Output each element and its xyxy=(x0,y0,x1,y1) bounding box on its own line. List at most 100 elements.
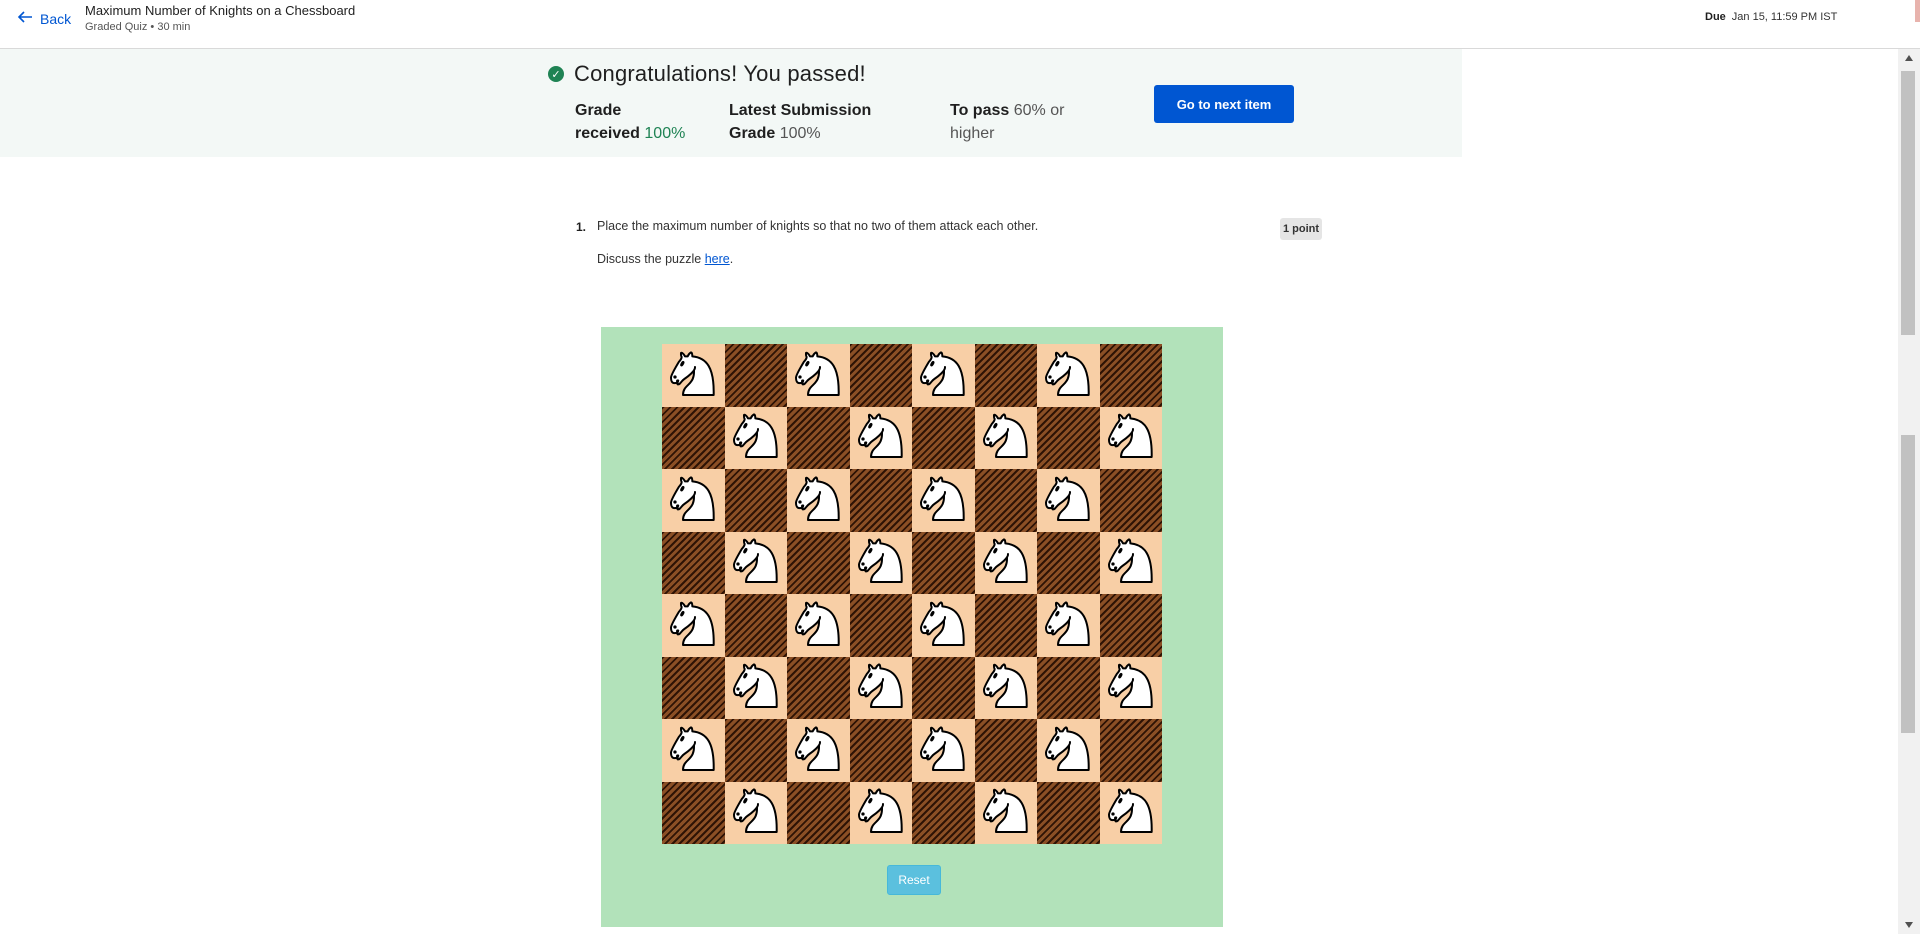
knights-puzzle: Reset xyxy=(601,327,1223,927)
board-square[interactable] xyxy=(849,406,912,469)
go-to-next-item-button[interactable]: Go to next item xyxy=(1154,85,1294,123)
white-knight-icon xyxy=(788,718,848,783)
board-square[interactable] xyxy=(1037,406,1100,469)
board-square[interactable] xyxy=(662,344,725,407)
board-square[interactable] xyxy=(849,469,912,532)
board-square[interactable] xyxy=(974,344,1037,407)
board-square[interactable] xyxy=(724,344,787,407)
board-square[interactable] xyxy=(662,469,725,532)
board-square[interactable] xyxy=(787,531,850,594)
back-button[interactable]: Back xyxy=(16,8,71,29)
white-knight-icon xyxy=(663,593,723,658)
board-square[interactable] xyxy=(974,656,1037,719)
board-square[interactable] xyxy=(1037,719,1100,782)
board-square[interactable] xyxy=(1037,594,1100,657)
board-square[interactable] xyxy=(912,531,975,594)
discuss-line: Discuss the puzzle here. xyxy=(597,252,733,266)
board-square[interactable] xyxy=(849,719,912,782)
white-knight-icon xyxy=(1038,468,1098,533)
top-header: Back Maximum Number of Knights on a Ches… xyxy=(0,0,1920,49)
board-square[interactable] xyxy=(1099,781,1162,844)
board-square[interactable] xyxy=(662,781,725,844)
board-square[interactable] xyxy=(787,719,850,782)
board-square[interactable] xyxy=(912,781,975,844)
board-square[interactable] xyxy=(912,406,975,469)
discuss-suffix: . xyxy=(729,252,734,266)
scrollbar-thumb-lower[interactable] xyxy=(1901,435,1915,733)
board-square[interactable] xyxy=(662,594,725,657)
board-square[interactable] xyxy=(1099,344,1162,407)
board-square[interactable] xyxy=(724,531,787,594)
white-knight-icon xyxy=(976,780,1036,845)
discuss-link[interactable]: here xyxy=(705,252,730,266)
white-knight-icon xyxy=(976,405,1036,470)
board-square[interactable] xyxy=(849,344,912,407)
white-knight-icon xyxy=(663,468,723,533)
board-square[interactable] xyxy=(1099,469,1162,532)
points-badge: 1 point xyxy=(1280,218,1322,240)
scrollbar-thumb[interactable] xyxy=(1901,71,1915,335)
board-square[interactable] xyxy=(724,781,787,844)
board-square[interactable] xyxy=(724,594,787,657)
arrow-left-icon xyxy=(16,8,34,29)
reset-button[interactable]: Reset xyxy=(887,865,941,895)
grade-label-1: Grade xyxy=(575,102,622,119)
board-square[interactable] xyxy=(787,469,850,532)
board-square[interactable] xyxy=(974,469,1037,532)
board-square[interactable] xyxy=(974,594,1037,657)
due-date: Due Jan 15, 11:59 PM IST xyxy=(1705,11,1837,23)
grade-label-2: received xyxy=(575,125,640,142)
board-square[interactable] xyxy=(1037,531,1100,594)
board-square[interactable] xyxy=(849,594,912,657)
board-square[interactable] xyxy=(1099,655,1162,720)
board-square[interactable] xyxy=(974,530,1037,595)
corner-marker xyxy=(1915,0,1920,22)
board-square[interactable] xyxy=(787,344,850,407)
scroll-down-arrow-icon[interactable] xyxy=(1905,922,1913,928)
item-subtitle: Graded Quiz • 30 min xyxy=(85,21,191,33)
board-square[interactable] xyxy=(974,405,1037,470)
board-square[interactable] xyxy=(912,719,975,782)
white-knight-icon xyxy=(1101,655,1161,720)
board-square[interactable] xyxy=(787,594,850,657)
board-square[interactable] xyxy=(912,594,975,657)
white-knight-icon xyxy=(788,468,848,533)
board-square[interactable] xyxy=(787,406,850,469)
to-pass: To pass 60% or higher xyxy=(950,99,1064,145)
white-knight-icon xyxy=(1038,593,1098,658)
board-square[interactable] xyxy=(974,780,1037,845)
board-square[interactable] xyxy=(662,656,725,719)
chessboard[interactable] xyxy=(662,344,1162,844)
board-square[interactable] xyxy=(662,531,725,594)
board-square[interactable] xyxy=(1037,656,1100,719)
board-square[interactable] xyxy=(912,344,975,407)
board-square[interactable] xyxy=(724,406,787,469)
board-square[interactable] xyxy=(849,781,912,844)
white-knight-icon xyxy=(913,468,973,533)
board-square[interactable] xyxy=(1037,781,1100,844)
board-square[interactable] xyxy=(912,469,975,532)
board-square[interactable] xyxy=(849,531,912,594)
board-square[interactable] xyxy=(724,719,787,782)
page-scrollbar[interactable] xyxy=(1898,49,1920,934)
board-square[interactable] xyxy=(662,406,725,469)
scroll-up-arrow-icon[interactable] xyxy=(1905,55,1913,61)
board-square[interactable] xyxy=(1099,406,1162,469)
board-square[interactable] xyxy=(912,656,975,719)
white-knight-icon xyxy=(976,530,1036,595)
board-square[interactable] xyxy=(787,656,850,719)
board-square[interactable] xyxy=(1099,531,1162,594)
board-square[interactable] xyxy=(787,781,850,844)
board-square[interactable] xyxy=(1037,344,1100,407)
board-square[interactable] xyxy=(724,656,787,719)
due-value: Jan 15, 11:59 PM IST xyxy=(1731,11,1838,23)
board-square[interactable] xyxy=(1099,719,1162,782)
pass-value-2: higher xyxy=(950,125,995,142)
item-title: Maximum Number of Knights on a Chessboar… xyxy=(85,3,356,18)
board-square[interactable] xyxy=(662,719,725,782)
board-square[interactable] xyxy=(1099,594,1162,657)
board-square[interactable] xyxy=(1037,469,1100,532)
board-square[interactable] xyxy=(974,719,1037,782)
board-square[interactable] xyxy=(724,469,787,532)
board-square[interactable] xyxy=(849,656,912,719)
